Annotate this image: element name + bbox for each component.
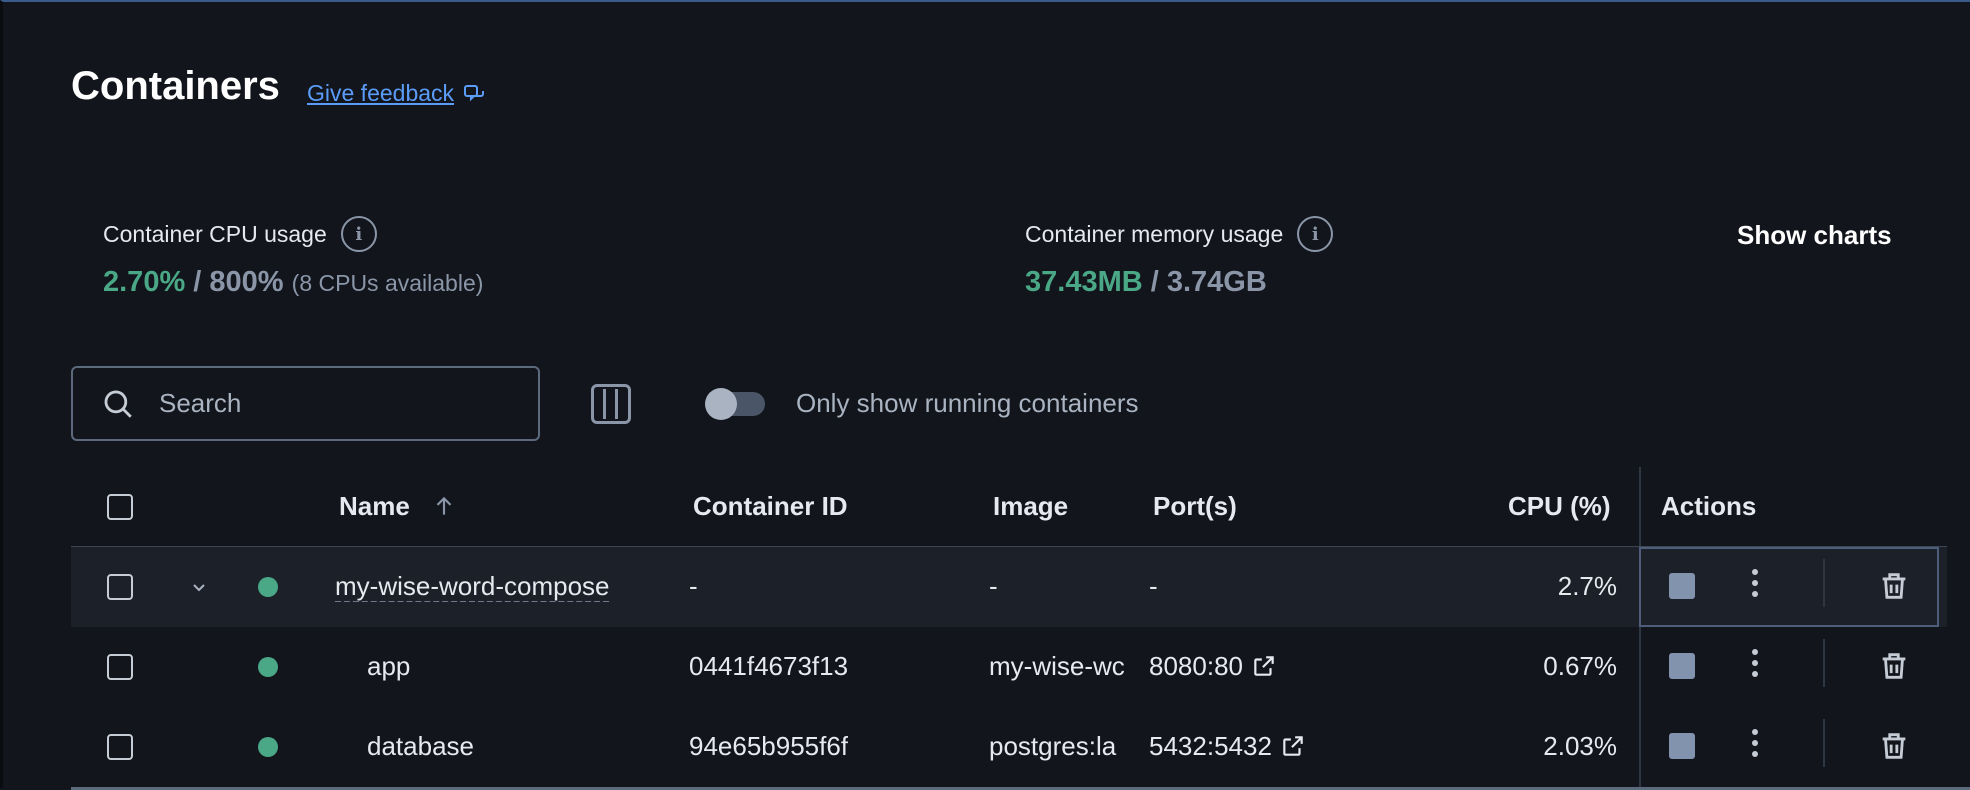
columns-icon[interactable]: [591, 384, 631, 424]
info-icon[interactable]: i: [340, 216, 377, 252]
trash-icon[interactable]: [1877, 729, 1911, 763]
container-name[interactable]: database: [367, 731, 474, 762]
stop-button[interactable]: [1669, 653, 1695, 679]
container-name[interactable]: app: [367, 651, 410, 682]
stop-button[interactable]: [1669, 573, 1695, 599]
chevron-down-icon[interactable]: [187, 575, 211, 599]
column-header-container-id[interactable]: Container ID: [693, 491, 848, 522]
info-icon[interactable]: i: [1297, 216, 1334, 252]
cpu-usage-label: Container CPU usage: [103, 220, 327, 247]
memory-total-value: 3.74GB: [1166, 266, 1267, 298]
container-cpu: 0.67%: [1543, 651, 1617, 681]
more-options-icon[interactable]: [1751, 729, 1759, 763]
table-row[interactable]: app 0441f4673f13 my-wise-wc 8080:80 0.67…: [71, 627, 1947, 707]
row-checkbox[interactable]: [107, 734, 133, 760]
action-divider: [1823, 559, 1825, 607]
containers-view: Containers Give feedback Container CPU u…: [0, 0, 1970, 790]
port-link[interactable]: 5432:5432: [1149, 731, 1306, 762]
select-all-checkbox[interactable]: [107, 494, 133, 520]
column-header-ports[interactable]: Port(s): [1153, 491, 1237, 522]
give-feedback-link[interactable]: Give feedback: [307, 80, 486, 107]
column-header-actions: Actions: [1661, 491, 1757, 521]
container-image: my-wise-wc: [989, 651, 1125, 681]
search-box[interactable]: [71, 366, 540, 441]
page-title: Containers: [71, 64, 280, 108]
group-cpu: 2.7%: [1557, 571, 1617, 601]
column-header-image[interactable]: Image: [993, 491, 1068, 522]
search-icon: [104, 390, 132, 418]
port-value: 8080:80: [1149, 651, 1243, 681]
memory-usage-label: Container memory usage: [1025, 220, 1284, 247]
stop-button[interactable]: [1669, 733, 1695, 759]
running-only-toggle[interactable]: [705, 388, 765, 420]
port-link[interactable]: 8080:80: [1149, 651, 1277, 682]
running-status-dot: [258, 577, 278, 597]
external-link-icon: [1283, 736, 1303, 756]
cpu-usage-stat: Container CPU usage i 2.70% / 800% (8 CP…: [103, 216, 483, 299]
table-row[interactable]: database 94e65b955f6f postgres:la 5432:5…: [71, 707, 1947, 787]
feedback-icon: [464, 84, 485, 101]
cpu-used-value: 2.70%: [103, 266, 186, 298]
more-options-icon[interactable]: [1751, 569, 1759, 603]
action-divider: [1823, 639, 1825, 687]
row-checkbox[interactable]: [107, 654, 133, 680]
column-name-label: Name: [339, 491, 410, 521]
toggle-knob: [705, 388, 737, 420]
group-image: -: [989, 571, 998, 601]
compose-group-row[interactable]: my-wise-word-compose - - - 2.7%: [71, 547, 1947, 627]
sort-ascending-icon: [436, 496, 452, 515]
container-id: 0441f4673f13: [689, 651, 849, 681]
running-status-dot: [258, 737, 278, 757]
cpu-total-value: 800%: [209, 266, 284, 298]
trash-icon[interactable]: [1877, 649, 1911, 683]
container-id: 94e65b955f6f: [689, 731, 849, 761]
search-input[interactable]: [159, 388, 489, 419]
cpu-separator: /: [193, 266, 202, 298]
row-checkbox[interactable]: [107, 574, 133, 600]
cpu-available-note: (8 CPUs available): [291, 270, 484, 296]
show-charts-button[interactable]: Show charts: [1737, 220, 1892, 251]
action-divider: [1823, 719, 1825, 767]
column-header-name[interactable]: Name: [339, 491, 457, 522]
group-ports: -: [1149, 571, 1158, 601]
port-value: 5432:5432: [1149, 731, 1272, 761]
more-options-icon[interactable]: [1751, 649, 1759, 683]
trash-icon[interactable]: [1877, 569, 1911, 603]
running-status-dot: [258, 657, 278, 677]
container-image: postgres:la: [989, 731, 1117, 761]
give-feedback-label: Give feedback: [307, 80, 455, 106]
container-cpu: 2.03%: [1543, 731, 1617, 761]
table-header: Name Container ID Image Port(s) CPU (%) …: [71, 467, 1947, 547]
group-container-id: -: [689, 571, 698, 601]
column-header-cpu[interactable]: CPU (%): [1508, 491, 1611, 522]
external-link-icon: [1254, 656, 1274, 676]
memory-separator: /: [1150, 266, 1159, 298]
memory-usage-stat: Container memory usage i 37.43MB / 3.74G…: [1025, 216, 1334, 299]
group-name-link[interactable]: my-wise-word-compose: [335, 571, 625, 602]
running-only-label: Only show running containers: [796, 388, 1139, 418]
memory-used-value: 37.43MB: [1025, 266, 1143, 298]
